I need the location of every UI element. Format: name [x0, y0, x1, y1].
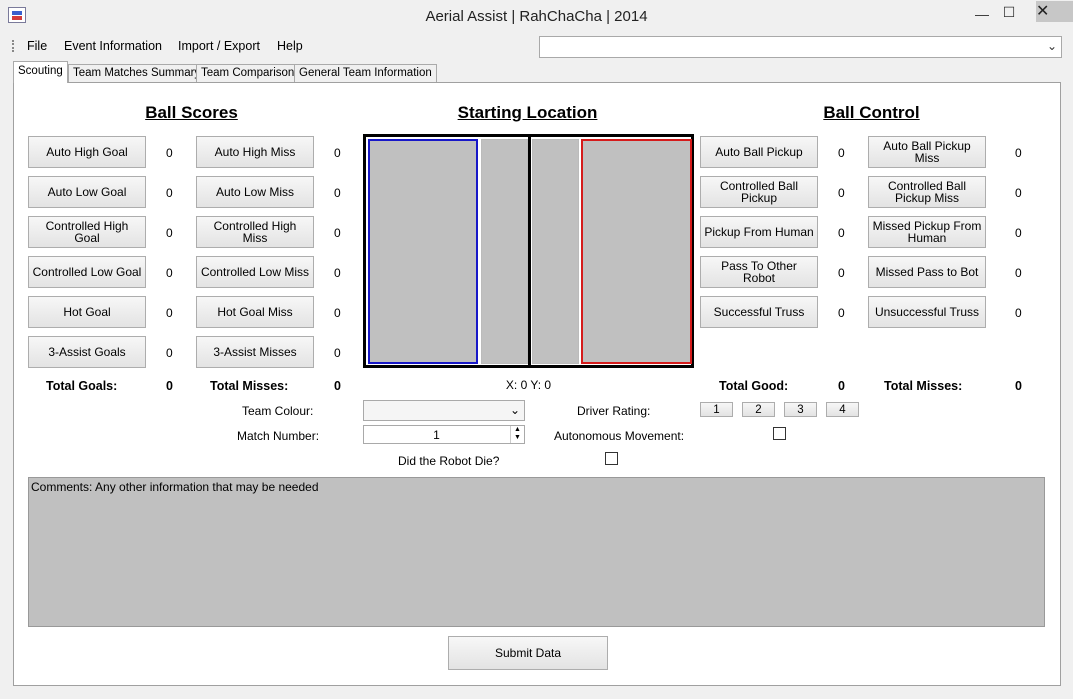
pass-to-other-robot-count: 0: [838, 266, 845, 280]
control-total-misses-value: 0: [1015, 379, 1022, 393]
control-total-misses-label: Total Misses:: [884, 379, 963, 393]
menu-event-information[interactable]: Event Information: [64, 39, 162, 53]
auto-low-miss-button[interactable]: Auto Low Miss: [196, 176, 314, 208]
robot-die-label: Did the Robot Die?: [398, 454, 500, 468]
starting-location-field[interactable]: [363, 134, 694, 368]
minimize-button[interactable]: —: [968, 4, 996, 24]
chevron-down-icon: ⌄: [1046, 39, 1057, 53]
controlled-low-goal-button[interactable]: Controlled Low Goal: [28, 256, 146, 288]
controlled-low-miss-count: 0: [334, 266, 341, 280]
starting-location-title: Starting Location: [457, 103, 598, 122]
red-zone[interactable]: [581, 139, 692, 364]
menu-help[interactable]: Help: [277, 39, 303, 53]
controlled-ball-pickup-miss-button[interactable]: Controlled Ball Pickup Miss: [868, 176, 986, 208]
missed-pickup-from-human-button[interactable]: Missed Pickup From Human: [868, 216, 986, 248]
three-assist-misses-button[interactable]: 3-Assist Misses: [196, 336, 314, 368]
controlled-low-miss-button[interactable]: Controlled Low Miss: [196, 256, 314, 288]
auto-ball-pickup-miss-count: 0: [1015, 146, 1022, 160]
controlled-ball-pickup-miss-count: 0: [1015, 186, 1022, 200]
driver-rating-2-button[interactable]: 2: [742, 402, 775, 417]
pickup-from-human-count: 0: [838, 226, 845, 240]
menu-file[interactable]: File: [27, 39, 47, 53]
autonomous-movement-label: Autonomous Movement:: [554, 429, 685, 443]
controlled-ball-pickup-button[interactable]: Controlled Ball Pickup: [700, 176, 818, 208]
window-title: Aerial Assist | RahChaCha | 2014: [425, 8, 648, 25]
controlled-ball-pickup-count: 0: [838, 186, 845, 200]
ball-control-title: Ball Control: [823, 103, 920, 122]
successful-truss-button[interactable]: Successful Truss: [700, 296, 818, 328]
autonomous-movement-checkbox[interactable]: [773, 427, 786, 440]
robot-die-checkbox[interactable]: [605, 452, 618, 465]
unsuccessful-truss-button[interactable]: Unsuccessful Truss: [868, 296, 986, 328]
unsuccessful-truss-count: 0: [1015, 306, 1022, 320]
pickup-from-human-button[interactable]: Pickup From Human: [700, 216, 818, 248]
close-button[interactable]: ✕: [1036, 1, 1073, 22]
controlled-high-goal-count: 0: [166, 226, 173, 240]
total-misses-label: Total Misses:: [210, 379, 289, 393]
hot-goal-count: 0: [166, 306, 173, 320]
coordinates-readout: X: 0 Y: 0: [505, 378, 552, 392]
missed-pass-to-bot-count: 0: [1015, 266, 1022, 280]
controlled-low-goal-count: 0: [166, 266, 173, 280]
auto-high-miss-button[interactable]: Auto High Miss: [196, 136, 314, 168]
tab-scouting[interactable]: Scouting: [13, 61, 68, 83]
auto-ball-pickup-miss-button[interactable]: Auto Ball Pickup Miss: [868, 136, 986, 168]
middle-right-zone[interactable]: [532, 139, 579, 364]
driver-rating-4-button[interactable]: 4: [826, 402, 859, 417]
team-colour-label: Team Colour:: [242, 404, 314, 418]
auto-low-miss-count: 0: [334, 186, 341, 200]
blue-zone[interactable]: [368, 139, 478, 364]
successful-truss-count: 0: [838, 306, 845, 320]
match-number-input[interactable]: 1 ▲ ▼: [363, 425, 525, 444]
auto-high-goal-count: 0: [166, 146, 173, 160]
hot-goal-miss-button[interactable]: Hot Goal Miss: [196, 296, 314, 328]
pass-to-other-robot-button[interactable]: Pass To Other Robot: [700, 256, 818, 288]
driver-rating-label: Driver Rating:: [577, 404, 651, 418]
hot-goal-button[interactable]: Hot Goal: [28, 296, 146, 328]
hot-goal-miss-count: 0: [334, 306, 341, 320]
chevron-down-icon: ⌄: [509, 403, 520, 417]
auto-low-goal-button[interactable]: Auto Low Goal: [28, 176, 146, 208]
driver-rating-1-button[interactable]: 1: [700, 402, 733, 417]
controlled-high-miss-count: 0: [334, 226, 341, 240]
tab-team-matches-summary[interactable]: Team Matches Summary: [68, 64, 206, 82]
comments-textarea[interactable]: Comments: Any other information that may…: [28, 477, 1045, 627]
total-good-value: 0: [838, 379, 845, 393]
controlled-high-miss-button[interactable]: Controlled High Miss: [196, 216, 314, 248]
auto-high-goal-button[interactable]: Auto High Goal: [28, 136, 146, 168]
total-goals-label: Total Goals:: [46, 379, 118, 393]
team-colour-select[interactable]: ⌄: [363, 400, 525, 421]
three-assist-goals-button[interactable]: 3-Assist Goals: [28, 336, 146, 368]
ball-scores-title: Ball Scores: [145, 103, 238, 122]
missed-pass-to-bot-button[interactable]: Missed Pass to Bot: [868, 256, 986, 288]
match-number-value: 1: [433, 428, 440, 442]
total-goals-value: 0: [166, 379, 173, 393]
maximize-button[interactable]: ☐: [995, 2, 1023, 22]
tab-general-team-information[interactable]: General Team Information: [294, 64, 437, 82]
menu-import-export[interactable]: Import / Export: [178, 39, 260, 53]
top-combo-box[interactable]: ⌄: [539, 36, 1062, 58]
auto-low-goal-count: 0: [166, 186, 173, 200]
driver-rating-3-button[interactable]: 3: [784, 402, 817, 417]
auto-ball-pickup-count: 0: [838, 146, 845, 160]
middle-left-zone[interactable]: [481, 139, 528, 364]
match-number-label: Match Number:: [237, 429, 320, 443]
controlled-high-goal-button[interactable]: Controlled High Goal: [28, 216, 146, 248]
total-good-label: Total Good:: [719, 379, 789, 393]
center-line: [528, 137, 531, 365]
three-assist-goals-count: 0: [166, 346, 173, 360]
auto-high-miss-count: 0: [334, 146, 341, 160]
submit-data-button[interactable]: Submit Data: [448, 636, 608, 670]
missed-pickup-from-human-count: 0: [1015, 226, 1022, 240]
menu-grip-icon: [12, 40, 15, 52]
spin-arrows-icon[interactable]: ▲ ▼: [510, 426, 524, 443]
three-assist-misses-count: 0: [334, 346, 341, 360]
total-misses-value: 0: [334, 379, 341, 393]
auto-ball-pickup-button[interactable]: Auto Ball Pickup: [700, 136, 818, 168]
tab-team-comparison[interactable]: Team Comparison: [196, 64, 300, 82]
